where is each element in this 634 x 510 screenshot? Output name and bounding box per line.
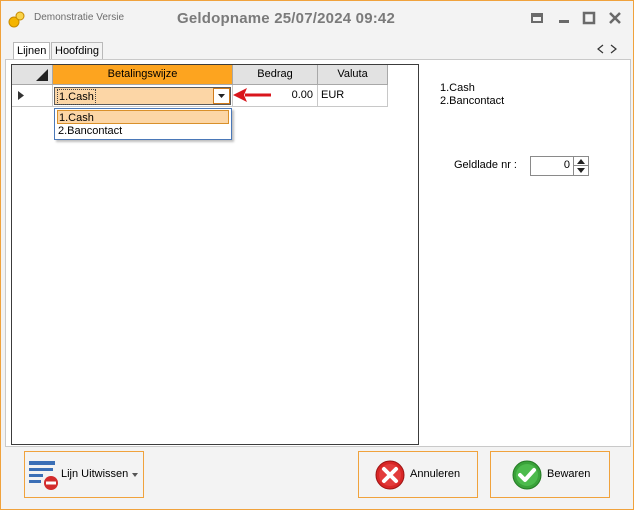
tab-scroll-right-icon[interactable] bbox=[610, 44, 617, 54]
save-checkmark-icon bbox=[512, 460, 542, 490]
header-valuta[interactable]: Valuta bbox=[318, 65, 388, 85]
tab-hoofding[interactable]: Hoofding bbox=[51, 42, 104, 60]
betalingswijze-combobox[interactable]: 1.Cash bbox=[54, 87, 231, 105]
spin-down-icon[interactable] bbox=[577, 168, 585, 173]
chevron-down-icon bbox=[132, 473, 138, 477]
chevron-down-icon bbox=[218, 94, 225, 98]
maximize-icon[interactable] bbox=[582, 11, 596, 25]
geldlade-label: Geldlade nr : bbox=[454, 159, 517, 171]
current-row-icon bbox=[18, 91, 24, 100]
cell-valuta[interactable]: EUR bbox=[318, 85, 388, 107]
app-window: Demonstratie Versie Geldopname 25/07/202… bbox=[0, 0, 634, 510]
cancel-icon bbox=[375, 460, 405, 490]
bewaren-button[interactable]: Bewaren bbox=[490, 451, 610, 498]
annuleren-label: Annuleren bbox=[410, 468, 461, 480]
tab-bar: Lijnen Hoofding bbox=[1, 35, 633, 61]
bewaren-label: Bewaren bbox=[547, 468, 591, 480]
lijn-uitwissen-button[interactable]: Lijn Uitwissen bbox=[24, 451, 144, 498]
grid-corner[interactable] bbox=[12, 65, 53, 85]
side-list-item-bancontact: 2.Bancontact bbox=[440, 95, 505, 107]
red-arrow-icon bbox=[233, 88, 271, 102]
valuta-value: EUR bbox=[321, 89, 345, 101]
footer-bar: Lijn Uitwissen Annuleren Bewaren bbox=[1, 445, 633, 509]
dropdown-option-cash[interactable]: 1.Cash bbox=[57, 110, 229, 124]
bedrag-value: 0.00 bbox=[291, 89, 313, 101]
geldlade-value: 0 bbox=[563, 159, 570, 171]
delete-line-icon bbox=[29, 461, 58, 490]
row-selector[interactable] bbox=[12, 85, 53, 107]
title-bar: Demonstratie Versie Geldopname 25/07/202… bbox=[1, 1, 633, 35]
combobox-value: 1.Cash bbox=[57, 89, 96, 105]
spinner-buttons bbox=[573, 157, 588, 175]
payment-grid: Betalingswijze Bedrag Valuta 0.00 EUR 1.… bbox=[11, 64, 419, 445]
header-bedrag[interactable]: Bedrag bbox=[233, 65, 318, 85]
restore-icon[interactable] bbox=[530, 11, 544, 25]
demo-version-label: Demonstratie Versie bbox=[34, 12, 125, 23]
content-panel: Betalingswijze Bedrag Valuta 0.00 EUR 1.… bbox=[5, 59, 631, 447]
combobox-dropdown-button[interactable] bbox=[213, 88, 230, 104]
window-title: Geldopname 25/07/2024 09:42 bbox=[177, 10, 396, 27]
tab-scroll-left-icon[interactable] bbox=[597, 44, 604, 54]
select-all-icon bbox=[36, 69, 48, 81]
close-icon[interactable] bbox=[608, 11, 622, 25]
tab-hoofding-label: Hoofding bbox=[55, 45, 100, 57]
geldlade-spinner[interactable]: 0 bbox=[530, 156, 589, 176]
lijn-uitwissen-label: Lijn Uitwissen bbox=[61, 468, 129, 480]
minimize-icon[interactable] bbox=[557, 11, 571, 25]
spin-up-icon[interactable] bbox=[577, 159, 585, 164]
annuleren-button[interactable]: Annuleren bbox=[358, 451, 478, 498]
tab-lijnen-label: Lijnen bbox=[17, 45, 47, 57]
side-list-item-cash: 1.Cash bbox=[440, 82, 475, 94]
coins-icon bbox=[8, 11, 25, 28]
betalingswijze-dropdown-list: 1.Cash 2.Bancontact bbox=[54, 108, 232, 140]
header-betalingswijze[interactable]: Betalingswijze bbox=[53, 65, 233, 85]
dropdown-option-bancontact[interactable]: 2.Bancontact bbox=[57, 124, 230, 138]
